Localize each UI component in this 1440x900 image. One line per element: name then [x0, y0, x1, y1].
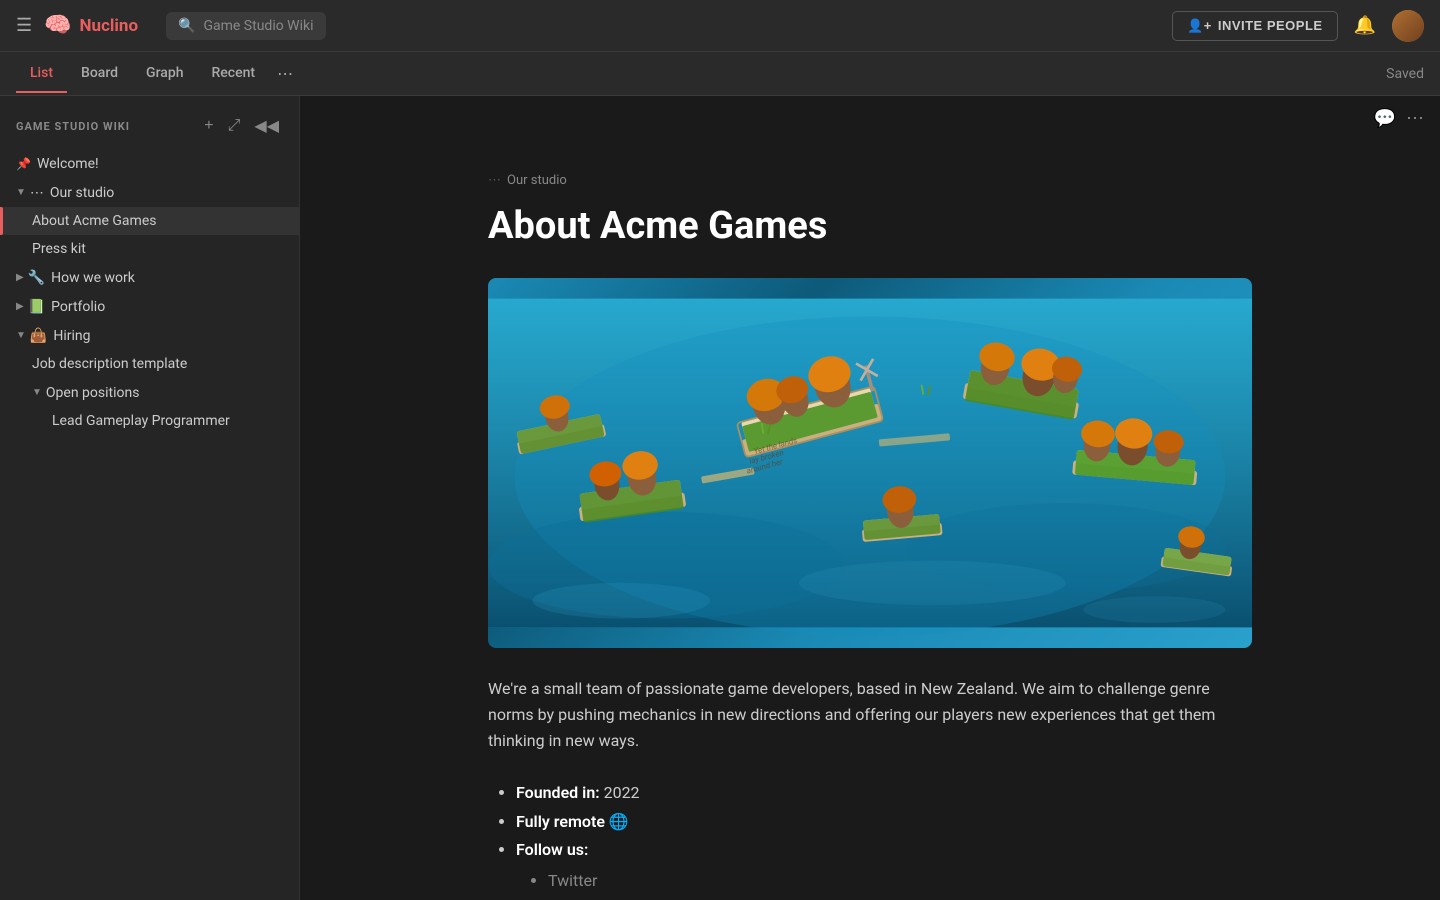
- pin-icon: 📌: [16, 157, 31, 171]
- list-item-twitter: Twitter: [548, 867, 1252, 896]
- tabbar: List Board Graph Recent ⋯ Saved: [0, 52, 1440, 96]
- saved-label: Saved: [1386, 66, 1424, 82]
- sidebar-actions: + ⤢ ◀◀: [200, 114, 283, 138]
- sidebar-item-label: Our studio: [50, 185, 275, 201]
- more-options-button[interactable]: ⋯: [1406, 108, 1424, 129]
- portfolio-icon: 📗: [28, 299, 45, 315]
- main-area: GAME STUDIO WIKI + ⤢ ◀◀ 📌 Welcome! ▼ ⋯ O…: [0, 96, 1440, 900]
- avatar[interactable]: [1392, 10, 1424, 42]
- sidebar-item-label: Welcome!: [37, 156, 283, 172]
- breadcrumb-dots: ⋯: [488, 173, 501, 188]
- hiring-icon: 👜: [30, 328, 47, 344]
- sidebar-item-label: About Acme Games: [32, 213, 283, 229]
- sidebar-item-label: Open positions: [46, 385, 275, 401]
- sidebar-item-label: Portfolio: [51, 299, 274, 315]
- page-title: About Acme Games: [488, 204, 1252, 250]
- breadcrumb: ⋯ Our studio: [488, 173, 1252, 188]
- sidebar-item-press-kit[interactable]: Press kit: [0, 235, 299, 263]
- topbar-right: 👤+ INVITE PEOPLE 🔔: [1172, 10, 1424, 42]
- remote-label: Fully remote: [516, 812, 605, 831]
- hamburger-icon[interactable]: ☰: [16, 15, 32, 36]
- sidebar-item-label: Lead Gameplay Programmer: [52, 413, 283, 429]
- sidebar-item-about-acme[interactable]: About Acme Games: [0, 207, 299, 235]
- breadcrumb-parent[interactable]: Our studio: [507, 173, 567, 188]
- sidebar-item-job-template[interactable]: Job description template: [0, 350, 299, 378]
- expand-arrow-icon: ▶: [16, 301, 24, 312]
- tab-board[interactable]: Board: [67, 55, 132, 93]
- sidebar-item-label: Press kit: [32, 241, 283, 257]
- avatar-image: [1392, 10, 1424, 42]
- content-list: Founded in: 2022 Fully remote 🌐 Follow u…: [488, 779, 1252, 900]
- logo-text: Nuclino: [80, 16, 139, 36]
- founded-label: Founded in:: [516, 783, 600, 802]
- content-wrapper: ⋯ Our studio About Acme Games: [440, 141, 1300, 900]
- sidebar-collapse-button[interactable]: ◀◀: [250, 114, 283, 138]
- list-item-follow: Follow us: Twitter Discord: [516, 836, 1252, 900]
- sidebar-expand-button[interactable]: ⤢: [224, 114, 245, 138]
- expand-arrow-icon: ▼: [16, 187, 26, 198]
- sidebar-item-portfolio[interactable]: ▶ 📗 Portfolio □: [0, 292, 299, 321]
- topbar: ☰ 🧠 Nuclino 🔍 Game Studio Wiki 👤+ INVITE…: [0, 0, 1440, 52]
- expand-arrow-icon: ▼: [16, 330, 26, 341]
- logo-brain-icon: 🧠: [44, 13, 71, 38]
- how-we-work-icon: 🔧: [28, 270, 45, 286]
- tab-more-icon[interactable]: ⋯: [269, 54, 301, 93]
- content-top-actions: 💬 ⋯: [300, 96, 1440, 141]
- tab-graph[interactable]: Graph: [132, 55, 197, 93]
- invite-icon: 👤+: [1187, 18, 1212, 34]
- invite-label: INVITE PEOPLE: [1218, 18, 1323, 33]
- sidebar-add-button[interactable]: +: [200, 114, 217, 138]
- content-area: 💬 ⋯ ⋯ Our studio About Acme Games: [300, 96, 1440, 900]
- tab-list[interactable]: List: [16, 55, 67, 93]
- twitter-link[interactable]: Twitter: [548, 871, 597, 890]
- follow-label: Follow us:: [516, 840, 588, 859]
- sidebar-item-how-we-work[interactable]: ▶ 🔧 How we work □: [0, 263, 299, 292]
- tab-recent[interactable]: Recent: [197, 55, 269, 93]
- sidebar-item-label: Hiring: [53, 328, 274, 344]
- list-item-founded: Founded in: 2022: [516, 779, 1252, 808]
- body-text: We're a small team of passionate game de…: [488, 676, 1252, 755]
- sidebar-item-label: How we work: [51, 270, 274, 286]
- invite-people-button[interactable]: 👤+ INVITE PEOPLE: [1172, 11, 1338, 41]
- our-studio-icon: ⋯: [30, 185, 44, 201]
- list-item-remote: Fully remote 🌐: [516, 808, 1252, 837]
- search-bar[interactable]: 🔍 Game Studio Wiki: [166, 12, 325, 40]
- sidebar-item-label: Job description template: [32, 356, 283, 372]
- founded-value: 2022: [604, 783, 640, 802]
- sidebar-header: GAME STUDIO WIKI + ⤢ ◀◀: [0, 108, 299, 148]
- logo-container[interactable]: 🧠 Nuclino: [44, 13, 138, 38]
- notifications-icon[interactable]: 🔔: [1354, 15, 1376, 36]
- hero-image: Yet the lands lay broken around her: [488, 278, 1252, 648]
- sidebar-item-welcome[interactable]: 📌 Welcome!: [0, 150, 299, 178]
- remote-icon: 🌐: [609, 812, 629, 831]
- list-item-discord: Discord: [548, 896, 1252, 900]
- search-placeholder-text: Game Studio Wiki: [203, 18, 313, 34]
- expand-arrow-icon: ▼: [32, 387, 42, 398]
- topbar-left: ☰ 🧠 Nuclino 🔍 Game Studio Wiki: [16, 12, 326, 40]
- comment-button[interactable]: 💬: [1374, 108, 1396, 129]
- follow-sub-list: Twitter Discord: [516, 867, 1252, 900]
- sidebar-item-lead-programmer[interactable]: Lead Gameplay Programmer: [0, 407, 299, 435]
- search-icon: 🔍: [178, 18, 195, 34]
- sidebar-item-open-positions[interactable]: ▼ Open positions □: [0, 378, 299, 407]
- sidebar: GAME STUDIO WIKI + ⤢ ◀◀ 📌 Welcome! ▼ ⋯ O…: [0, 96, 300, 900]
- sidebar-workspace-title: GAME STUDIO WIKI: [16, 120, 130, 133]
- sidebar-item-our-studio[interactable]: ▼ ⋯ Our studio □: [0, 178, 299, 207]
- sidebar-item-hiring[interactable]: ▼ 👜 Hiring □: [0, 321, 299, 350]
- expand-arrow-icon: ▶: [16, 272, 24, 283]
